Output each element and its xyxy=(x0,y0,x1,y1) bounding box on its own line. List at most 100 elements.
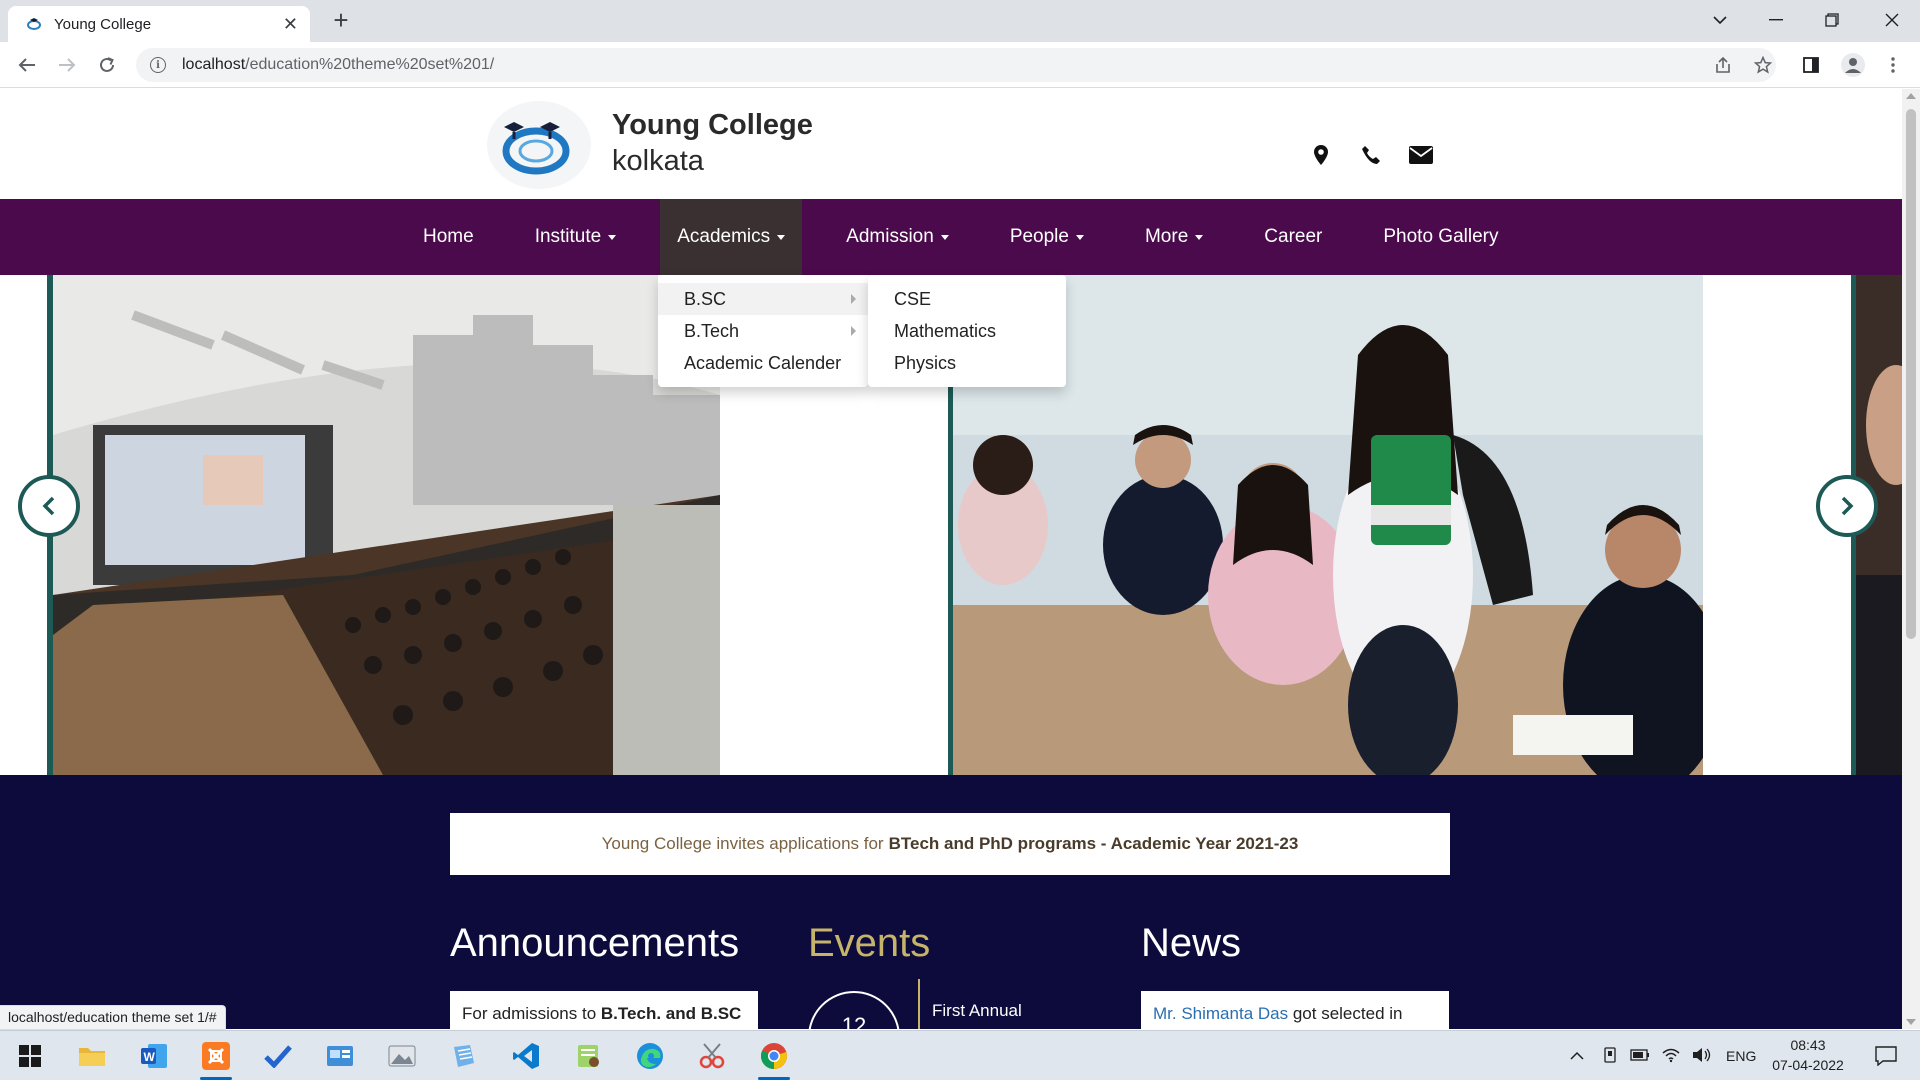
battery-icon[interactable] xyxy=(1630,1048,1650,1064)
snipping-tool-icon[interactable] xyxy=(692,1036,732,1076)
notepad-icon[interactable] xyxy=(444,1036,484,1076)
scroll-down-icon[interactable] xyxy=(1906,1019,1916,1025)
bookmark-star-icon[interactable] xyxy=(1748,50,1778,80)
announcements-heading: Announcements xyxy=(450,921,740,965)
nav-home[interactable]: Home xyxy=(406,199,491,275)
chevron-right-icon xyxy=(1841,496,1854,516)
site-header: Young College kolkata xyxy=(0,89,1902,199)
windows-start-icon[interactable] xyxy=(10,1036,50,1076)
browser-tabstrip: Young College ✕ + xyxy=(0,0,1920,42)
tab-title: Young College xyxy=(54,15,152,33)
submenu-item-cse[interactable]: CSE xyxy=(868,283,1066,315)
main-navigation: Home Institute Academics Admission Peopl… xyxy=(0,199,1902,275)
page-viewport: Young College kolkata Home Institute Aca… xyxy=(0,89,1902,1029)
caret-right-icon xyxy=(851,294,856,304)
news-card: Mr. Shimanta Das got selected in xyxy=(1141,991,1449,1029)
restore-button[interactable] xyxy=(1804,0,1860,40)
new-tab-button[interactable]: + xyxy=(326,6,356,36)
slider-next-button[interactable] xyxy=(1816,475,1878,537)
browser-menu-icon[interactable] xyxy=(1878,50,1908,80)
event-divider xyxy=(918,979,920,1029)
college-logo[interactable] xyxy=(478,97,600,193)
nav-institute[interactable]: Institute xyxy=(518,199,634,275)
forward-button[interactable] xyxy=(52,50,82,80)
info-section: Young College invites applications for B… xyxy=(0,775,1902,1029)
taskbar-clock[interactable]: 08:43 07-04-2022 xyxy=(1764,1035,1852,1075)
xampp-icon[interactable] xyxy=(196,1036,236,1080)
caret-down-icon xyxy=(777,234,786,240)
notepad-plus-plus-icon[interactable] xyxy=(568,1036,608,1076)
windows-taskbar: W ENG 08:43 07-04-2022 xyxy=(0,1030,1920,1080)
phone-icon[interactable] xyxy=(1358,143,1384,167)
menu-item-btech[interactable]: B.Tech xyxy=(658,315,868,347)
event-title[interactable]: First Annual xyxy=(932,1001,1022,1021)
menu-item-bsc[interactable]: B.SC xyxy=(658,283,868,315)
side-panel-icon[interactable] xyxy=(1796,50,1826,80)
profile-avatar-icon[interactable] xyxy=(1838,50,1868,80)
chevron-up-icon[interactable] xyxy=(1570,1048,1584,1064)
envelope-icon[interactable] xyxy=(1408,143,1434,167)
reload-button[interactable] xyxy=(92,50,122,80)
clock-date: 07-04-2022 xyxy=(1772,1057,1844,1073)
photos-icon[interactable] xyxy=(382,1036,422,1076)
vscode-icon[interactable] xyxy=(506,1036,546,1076)
nav-photo-gallery[interactable]: Photo Gallery xyxy=(1366,199,1515,275)
device-icon[interactable] xyxy=(1602,1046,1618,1066)
menu-item-academic-calender[interactable]: Academic Calender xyxy=(658,347,868,379)
browser-toolbar: i localhost/education%20theme%20set%201/ xyxy=(0,42,1920,88)
nav-career[interactable]: Career xyxy=(1247,199,1339,275)
scroll-up-icon[interactable] xyxy=(1906,93,1916,99)
todo-icon[interactable] xyxy=(258,1036,298,1076)
edge-icon[interactable] xyxy=(630,1036,670,1076)
page-scrollbar[interactable] xyxy=(1902,89,1920,1029)
slide-lecture-hall-image xyxy=(53,275,720,775)
caret-down-icon xyxy=(608,234,617,240)
volume-icon[interactable] xyxy=(1692,1047,1712,1066)
control-panel-icon[interactable] xyxy=(320,1036,360,1076)
file-explorer-icon[interactable] xyxy=(72,1036,112,1076)
news-heading: News xyxy=(1141,921,1242,965)
caret-down-icon xyxy=(1075,234,1084,240)
language-indicator[interactable]: ENG xyxy=(1726,1048,1756,1064)
bsc-submenu: CSE Mathematics Physics xyxy=(868,275,1066,387)
nav-academics[interactable]: Academics xyxy=(660,199,803,275)
caret-down-icon xyxy=(1195,234,1204,240)
address-bar[interactable]: i localhost/education%20theme%20set%201/ xyxy=(136,48,1776,82)
slider-prev-button[interactable] xyxy=(18,475,80,537)
browser-tab[interactable]: Young College ✕ xyxy=(8,6,310,42)
caret-down-icon xyxy=(940,234,949,240)
submenu-item-mathematics[interactable]: Mathematics xyxy=(868,315,1066,347)
academics-dropdown: B.SC B.Tech Academic Calender xyxy=(658,275,868,387)
event-date-badge: 12 xyxy=(808,991,900,1029)
news-link[interactable]: Mr. Shimanta Das xyxy=(1153,1004,1288,1023)
map-marker-icon[interactable] xyxy=(1308,143,1334,167)
notification-center-icon[interactable] xyxy=(1866,1036,1906,1076)
system-tray: ENG xyxy=(1570,1031,1756,1080)
close-tab-icon[interactable]: ✕ xyxy=(283,14,298,35)
scrollbar-thumb[interactable] xyxy=(1906,109,1916,639)
url-text: localhost/education%20theme%20set%201/ xyxy=(182,56,495,73)
close-window-button[interactable] xyxy=(1864,0,1920,40)
events-heading: Events xyxy=(808,921,931,965)
chevron-left-icon xyxy=(42,496,55,516)
site-info-icon[interactable]: i xyxy=(150,57,166,73)
admission-banner[interactable]: Young College invites applications for B… xyxy=(450,813,1450,875)
brand-city: kolkata xyxy=(612,145,704,177)
wifi-icon[interactable] xyxy=(1662,1047,1680,1066)
word-icon[interactable]: W xyxy=(134,1036,174,1076)
announcement-card[interactable]: For admissions to B.Tech. and B.SC xyxy=(450,991,758,1029)
submenu-item-physics[interactable]: Physics xyxy=(868,347,1066,379)
header-contact-icons xyxy=(1308,143,1434,167)
nav-more[interactable]: More xyxy=(1128,199,1220,275)
share-icon[interactable] xyxy=(1708,50,1738,80)
chrome-icon[interactable] xyxy=(754,1036,794,1080)
nav-admission[interactable]: Admission xyxy=(829,199,966,275)
minimize-button[interactable] xyxy=(1748,0,1804,40)
site-favicon-icon xyxy=(27,18,41,30)
caret-right-icon xyxy=(851,326,856,336)
status-bar-url: localhost/education theme set 1/# xyxy=(0,1005,226,1030)
back-button[interactable] xyxy=(12,50,42,80)
svg-text:W: W xyxy=(144,1050,156,1064)
tab-search-icon[interactable] xyxy=(1692,0,1748,40)
nav-people[interactable]: People xyxy=(993,199,1101,275)
